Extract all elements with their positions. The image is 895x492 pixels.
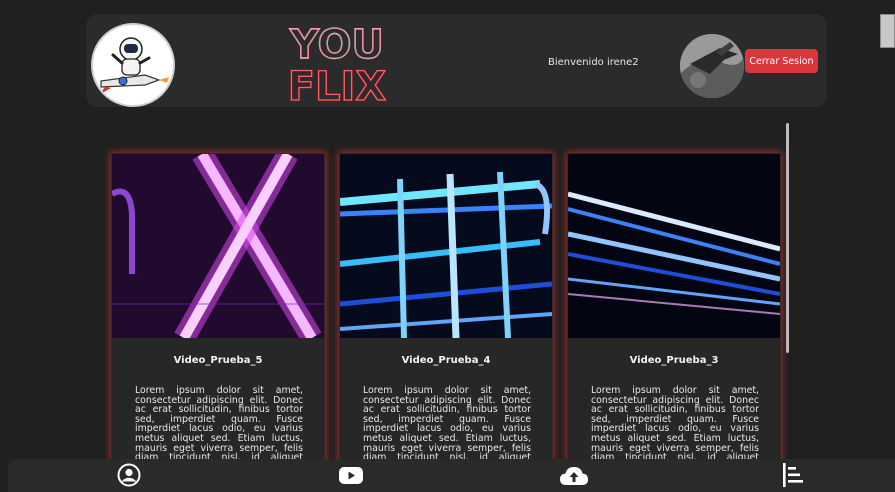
video-thumbnail[interactable] <box>112 154 324 344</box>
header-bar: YOU YOU FLIX FLIX Bienvenido irene2 Cerr… <box>86 14 827 111</box>
browser-extension-icon[interactable] <box>880 14 895 48</box>
video-thumbnail[interactable] <box>340 154 552 339</box>
nav-menu-button[interactable] <box>773 459 813 492</box>
video-title[interactable]: Video_Prueba_4 <box>340 355 552 366</box>
content-scrollbar[interactable] <box>786 123 789 353</box>
welcome-text: Bienvenido irene2 <box>548 57 639 68</box>
video-card[interactable]: Video_Prueba_3 Lorem ipsum dolor sit ame… <box>567 153 781 485</box>
youflix-neon-logo: YOU YOU FLIX FLIX <box>270 20 404 111</box>
bottom-navigation-bar <box>8 459 895 492</box>
nav-profile-button[interactable] <box>109 459 149 492</box>
upload-cloud-icon <box>560 467 588 485</box>
astronaut-rocket-logo[interactable] <box>91 23 175 107</box>
user-avatar[interactable] <box>680 34 744 98</box>
profile-icon <box>117 463 141 487</box>
brand-line-you-glow: YOU <box>289 22 384 68</box>
nav-upload-button[interactable] <box>554 459 594 492</box>
nav-videos-button[interactable] <box>331 459 371 492</box>
video-card[interactable]: Video_Prueba_4 Lorem ipsum dolor sit ame… <box>339 153 553 485</box>
logout-button[interactable]: Cerrar Sesion <box>745 49 818 73</box>
video-card[interactable]: Video_Prueba_5 Lorem ipsum dolor sit ame… <box>111 153 325 485</box>
video-title[interactable]: Video_Prueba_3 <box>568 355 780 366</box>
video-title[interactable]: Video_Prueba_5 <box>112 355 324 366</box>
youtube-icon <box>339 467 363 484</box>
video-thumbnail[interactable] <box>568 154 780 338</box>
list-menu-icon <box>783 463 803 487</box>
brand-line-flix-glow: FLIX <box>288 64 387 104</box>
